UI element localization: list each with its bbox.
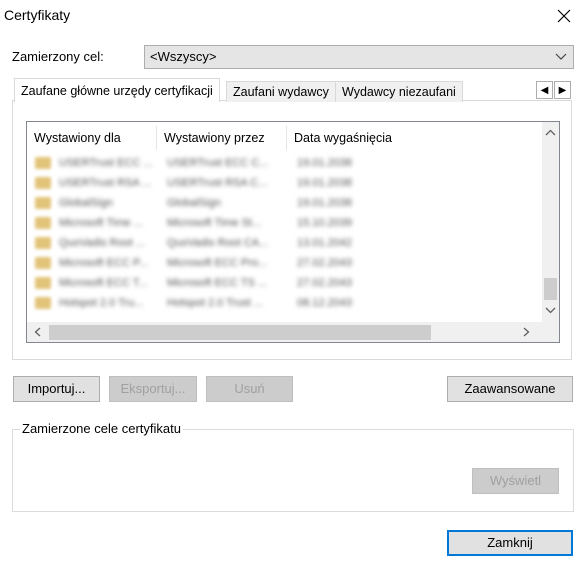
purpose-label: Zamierzony cel: (12, 49, 104, 64)
cell-issued-to: Hotspot 2.0 Tru... (59, 297, 144, 309)
close-window-button[interactable] (546, 2, 582, 30)
vertical-scroll-thumb[interactable] (544, 278, 557, 300)
close-icon (557, 9, 571, 23)
scroll-up-icon[interactable] (542, 126, 559, 143)
table-row[interactable]: Microsoft ECC P... Microsoft ECC Pro... 27… (29, 253, 539, 273)
column-header-expiration[interactable]: Data wygaśnięcia (287, 126, 537, 150)
scroll-right-icon[interactable] (517, 325, 534, 342)
scroll-down-icon[interactable] (542, 303, 559, 320)
cell-issued-by: GlobalSign (167, 197, 221, 209)
arrow-right-icon: ▶ (558, 84, 567, 96)
horizontal-scrollbar[interactable] (27, 322, 559, 342)
table-row[interactable]: USERTrust ECC ... USERTrust ECC C... 19.01… (29, 153, 539, 173)
certificate-icon (35, 277, 51, 289)
purpose-select-value: <Wszyscy> (150, 49, 217, 64)
cell-issued-by: QuoVadis Root CA... (167, 237, 269, 249)
table-row[interactable]: USERTrust RSA ... USERTrust RSA C... 19.01… (29, 173, 539, 193)
cell-issued-by: Microsoft ECC TS ... (167, 277, 268, 289)
tab-trusted-root[interactable]: Zaufane główne urzędy certyfikacji (14, 78, 220, 102)
cell-issued-to: GlobalSign (59, 197, 113, 209)
close-button[interactable]: Zamknij (447, 530, 573, 556)
certificate-purposes-label: Zamierzone cele certyfikatu (20, 421, 183, 436)
horizontal-scroll-thumb[interactable] (49, 325, 431, 340)
tab-scroll-left-button[interactable]: ◀ (536, 81, 553, 99)
cell-issued-to: Microsoft ECC T... (59, 277, 148, 289)
certificate-icon (35, 157, 51, 169)
cell-issued-by: Hotspot 2.0 Trust ... (167, 297, 263, 309)
certificate-icon (35, 257, 51, 269)
cell-issued-to: Microsoft Time ... (59, 217, 143, 229)
cell-expiration: 19.01.2038 (297, 177, 353, 189)
cell-issued-to: USERTrust RSA ... (59, 177, 152, 189)
table-row[interactable]: Microsoft Time ... Microsoft Time St... 15… (29, 213, 539, 233)
cell-expiration: 15.10.2039 (297, 217, 353, 229)
cell-issued-by: USERTrust RSA C... (167, 177, 268, 189)
cell-issued-by: USERTrust ECC C... (167, 157, 269, 169)
column-header-issued-by[interactable]: Wystawiony przez (157, 126, 287, 150)
view-button[interactable]: Wyświetl (472, 468, 559, 494)
window-title: Certyfikaty (4, 7, 71, 23)
table-row[interactable]: GlobalSign GlobalSign 19.01.2038 (29, 193, 539, 213)
certificate-icon (35, 177, 51, 189)
export-button[interactable]: Eksportuj... (109, 376, 197, 402)
cell-issued-to: USERTrust ECC ... (59, 157, 153, 169)
column-header-issued-to[interactable]: Wystawiony dla (27, 126, 157, 150)
cell-issued-by: Microsoft ECC Pro... (167, 257, 268, 269)
certificate-icon (35, 297, 51, 309)
certificate-list[interactable]: Wystawiony dla Wystawiony przez Data wyg… (26, 121, 560, 343)
tab-scroll-right-button[interactable]: ▶ (554, 81, 571, 99)
tab-trusted-publishers[interactable]: Zaufani wydawcy (226, 81, 336, 102)
remove-button[interactable]: Usuń (206, 376, 293, 402)
scroll-left-icon[interactable] (29, 325, 46, 342)
cell-issued-by: Microsoft Time St... (167, 217, 262, 229)
cell-expiration: 19.01.2038 (297, 157, 353, 169)
arrow-left-icon: ◀ (540, 84, 549, 96)
cell-expiration: 27.02.2043 (297, 257, 353, 269)
tab-untrusted-publishers[interactable]: Wydawcy niezaufani (335, 81, 463, 102)
import-button[interactable]: Importuj... (13, 376, 100, 402)
advanced-button[interactable]: Zaawansowane (447, 376, 573, 402)
certificate-icon (35, 237, 51, 249)
certificate-icon (35, 197, 51, 209)
certificate-icon (35, 217, 51, 229)
vertical-scrollbar[interactable] (542, 122, 559, 322)
chevron-down-icon (555, 46, 567, 75)
purpose-select[interactable]: <Wszyscy> (144, 45, 574, 69)
cell-issued-to: QuoVadis Root ... (59, 237, 146, 249)
cell-expiration: 13.01.2042 (297, 237, 353, 249)
table-row[interactable]: Microsoft ECC T... Microsoft ECC TS ... 27… (29, 273, 539, 293)
table-row[interactable]: QuoVadis Root ... QuoVadis Root CA... 13.0… (29, 233, 539, 253)
cell-expiration: 27.02.2043 (297, 277, 353, 289)
cell-expiration: 19.01.2038 (297, 197, 353, 209)
cell-expiration: 08.12.2043 (297, 297, 353, 309)
table-row[interactable]: Hotspot 2.0 Tru... Hotspot 2.0 Trust ... 0… (29, 293, 539, 313)
cell-issued-to: Microsoft ECC P... (59, 257, 149, 269)
